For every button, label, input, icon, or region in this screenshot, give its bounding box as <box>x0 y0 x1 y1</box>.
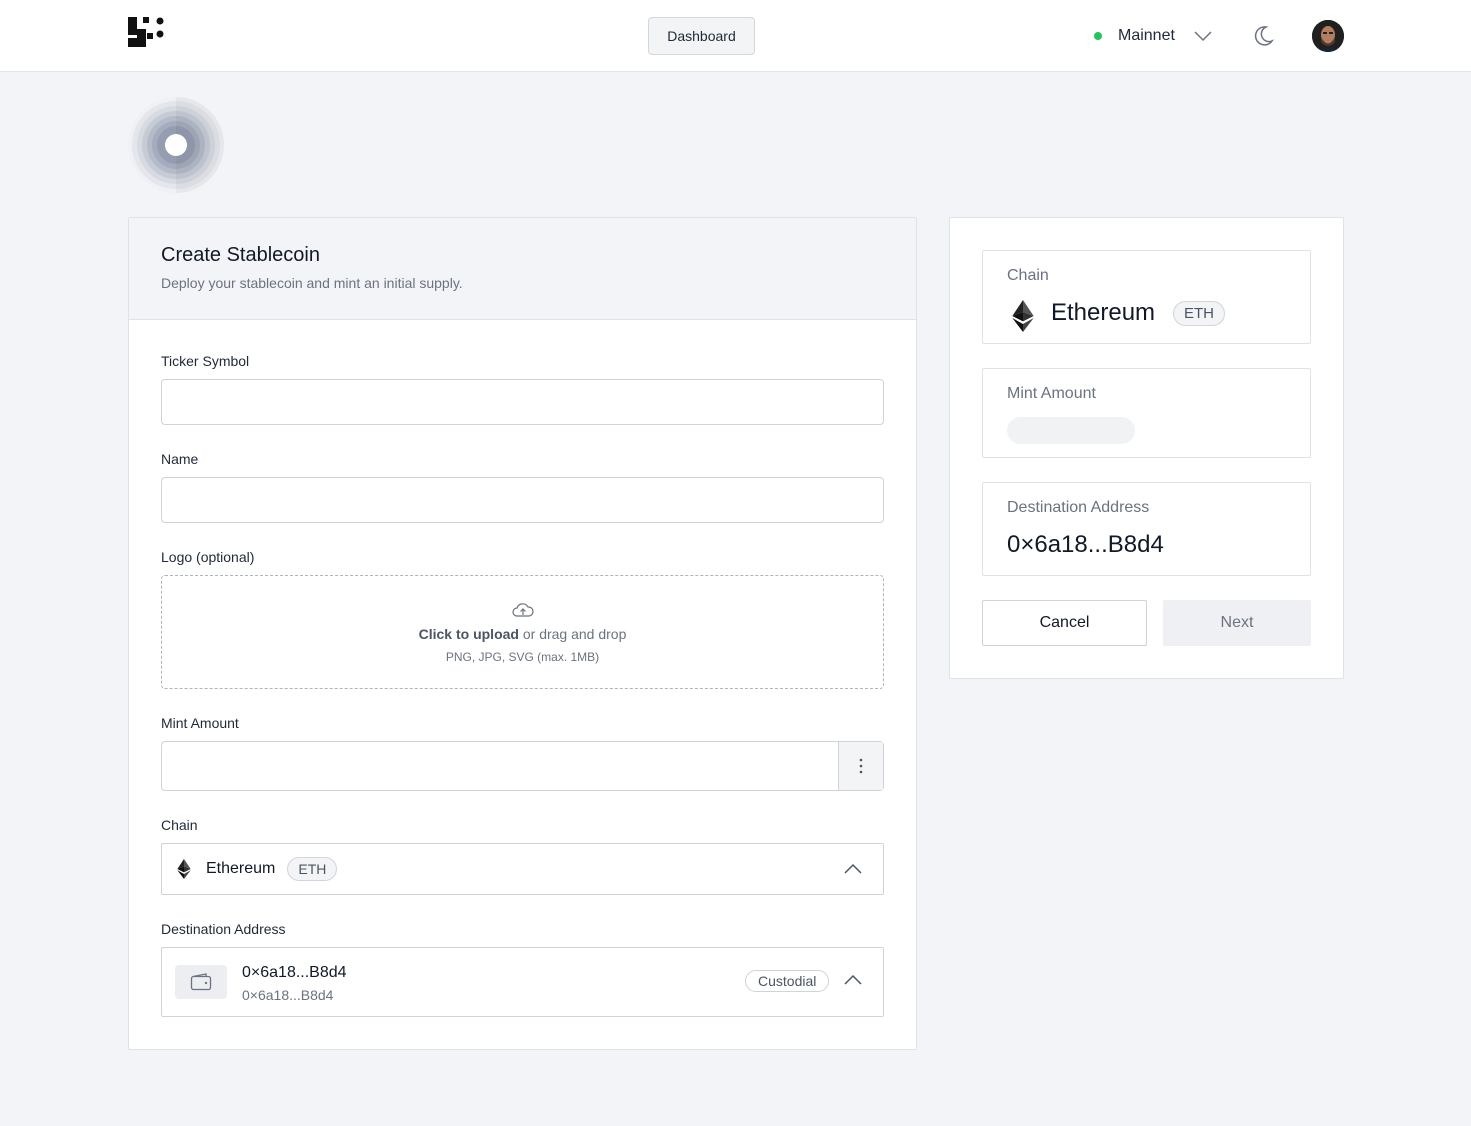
custodial-badge: Custodial <box>745 970 830 992</box>
name-label: Name <box>161 451 199 467</box>
network-selector[interactable]: Mainnet <box>1094 24 1213 48</box>
summary-chain-box: Chain Ethereum ETH <box>982 250 1311 344</box>
wallet-icon <box>190 973 212 991</box>
more-options-button[interactable] <box>838 742 883 790</box>
summary-mint-box: Mint Amount <box>982 368 1311 458</box>
logo-upload-dropzone[interactable]: Click to upload or drag and drop PNG, JP… <box>161 575 884 689</box>
chevron-up-icon <box>844 863 862 874</box>
destination-select[interactable]: 0×6a18...B8d4 0×6a18...B8d4 Custodial <box>161 947 884 1017</box>
mint-amount-input[interactable] <box>162 742 838 790</box>
upload-hint: PNG, JPG, SVG (max. 1MB) <box>445 650 600 664</box>
network-status-dot <box>1094 32 1102 40</box>
summary-destination-box: Destination Address 0×6a18...B8d4 <box>982 482 1311 576</box>
summary-chain-name: Ethereum <box>1051 299 1156 326</box>
chain-name: Ethereum <box>206 860 276 877</box>
cancel-button[interactable]: Cancel <box>982 600 1147 646</box>
destination-address: 0×6a18...B8d4 <box>242 964 347 981</box>
page-title: Create Stablecoin <box>161 244 320 266</box>
upload-instructions: Click to upload or drag and drop <box>419 626 627 642</box>
kebab-menu-icon <box>859 758 863 774</box>
upload-cloud-icon <box>511 603 534 617</box>
card-header: Create Stablecoin Deploy your stablecoin… <box>129 218 916 320</box>
mint-amount-skeleton <box>1007 417 1135 444</box>
name-input[interactable] <box>161 477 884 523</box>
chevron-up-icon <box>844 974 862 985</box>
ethereum-icon <box>1012 300 1034 332</box>
summary-chain-label: Chain <box>1007 267 1049 284</box>
top-navigation-bar: Dashboard Mainnet <box>0 0 1471 72</box>
chain-select[interactable]: Ethereum ETH <box>161 843 884 895</box>
next-button[interactable]: Next <box>1163 600 1311 646</box>
mint-amount-field <box>161 741 884 791</box>
dashboard-button[interactable]: Dashboard <box>648 17 755 55</box>
destination-label: Destination Address <box>161 921 286 937</box>
chain-label: Chain <box>161 817 198 833</box>
avatar-image <box>1312 20 1344 52</box>
logo-label: Logo (optional) <box>161 549 255 565</box>
summary-destination-label: Destination Address <box>1007 499 1150 516</box>
token-logo-placeholder <box>128 97 224 193</box>
ethereum-icon <box>177 859 191 879</box>
user-avatar[interactable] <box>1312 20 1344 52</box>
mint-amount-label: Mint Amount <box>161 715 239 731</box>
page-subtitle: Deploy your stablecoin and mint an initi… <box>161 275 463 291</box>
summary-panel: Chain Ethereum ETH Mint Amount Destinati… <box>949 217 1344 679</box>
destination-sub-address: 0×6a18...B8d4 <box>242 987 334 1003</box>
moon-icon[interactable] <box>1251 24 1275 48</box>
create-stablecoin-card: Create Stablecoin Deploy your stablecoin… <box>128 217 917 1050</box>
ticker-label: Ticker Symbol <box>161 353 250 369</box>
drag-drop-text: or drag and drop <box>518 626 627 642</box>
wallet-icon-box <box>175 965 227 999</box>
chevron-down-icon <box>1194 31 1212 42</box>
network-label: Mainnet <box>1118 27 1175 44</box>
click-to-upload-text[interactable]: Click to upload <box>419 626 519 642</box>
summary-chain-badge: ETH <box>1173 301 1225 326</box>
chain-symbol-badge: ETH <box>287 857 338 881</box>
ticker-input[interactable] <box>161 379 884 425</box>
logo-icon[interactable] <box>128 17 168 57</box>
summary-destination-address: 0×6a18...B8d4 <box>1007 531 1164 558</box>
summary-mint-label: Mint Amount <box>1007 385 1096 402</box>
